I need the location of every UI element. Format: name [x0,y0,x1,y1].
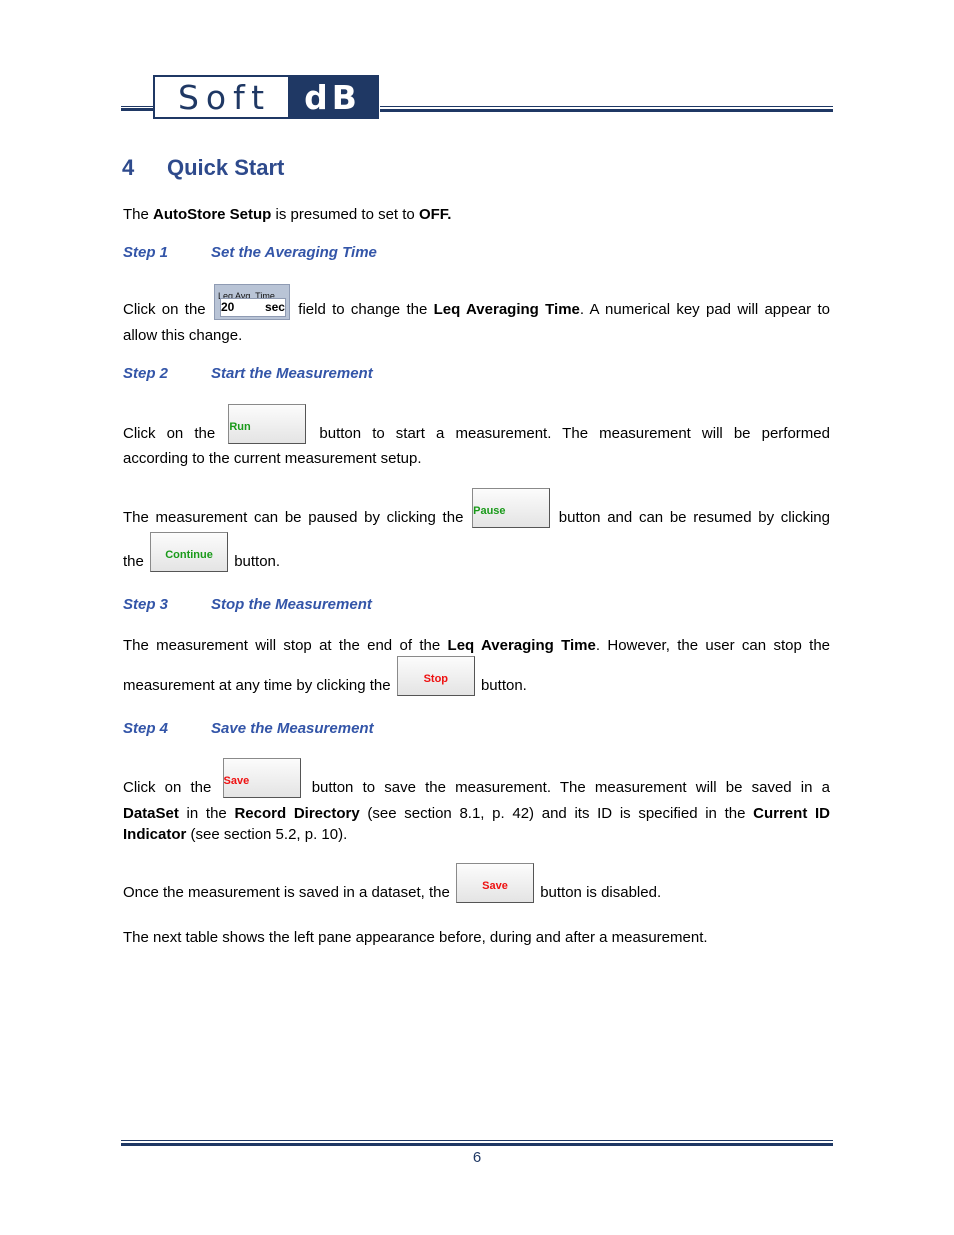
footer-rule [121,1140,833,1146]
current-id-term: Current ID [753,805,830,822]
text: measurement at any time by clicking the [123,677,395,694]
step-label: Step 2 [123,365,169,382]
pause-paragraph-line1: The measurement can be paused by clickin… [123,488,830,528]
leq-averaging-time-term: Leq Averaging Time [447,637,596,654]
pause-paragraph-line2: the Continue button. [123,532,830,572]
step-title: Start the Measurement [211,365,373,382]
intro-paragraph: The AutoStore Setup is presumed to set t… [123,204,830,225]
continue-button[interactable]: Continue [150,532,229,572]
step-1-paragraph-line1: Click on the Leq Avg. Time 20 sec field t… [123,284,830,320]
header-rule-right [380,106,833,112]
step-title: Save the Measurement [211,720,374,737]
step-4-paragraph-line2: DataSet in the Record Directory (see sec… [123,803,830,824]
text: . A numerical key pad will appear to [579,301,830,318]
step-2-heading: Step 2 Start the Measurement [123,365,373,382]
save-button-disabled-example[interactable]: Save [456,863,535,903]
leq-field-value: 20 sec [219,298,286,317]
text: The measurement will stop at the end of … [123,637,448,654]
step-label: Step 3 [123,596,169,613]
table-note-paragraph: The next table shows the left pane appea… [123,929,708,946]
text: button. [476,677,527,694]
step-1-heading: Step 1 Set the Averaging Time [123,244,377,261]
pause-button[interactable]: Pause [472,488,551,528]
text: . However, the user can stop the [595,637,830,654]
stop-button[interactable]: Stop [396,656,475,696]
record-directory-term: Record Directory [234,805,360,822]
step-3-paragraph-line2: measurement at any time by clicking the … [123,656,830,696]
indicator-term: Indicator [123,826,187,843]
intro-text: The [123,206,154,223]
header-rule-left [121,106,153,111]
text: Once the measurement is saved in a datas… [123,884,455,901]
text: The measurement can be paused by clickin… [123,509,471,526]
softdb-logo: Soft dB [153,75,379,119]
text: Click on the [123,301,212,318]
text: in the [178,805,235,822]
step-title: Set the Averaging Time [211,244,377,261]
leq-avg-time-field[interactable]: Leq Avg. Time 20 sec [213,284,290,320]
step-3-heading: Step 3 Stop the Measurement [123,596,372,613]
text: button to start a measurement. The measu… [308,425,830,442]
step-4-heading: Step 4 Save the Measurement [123,720,374,737]
section-title: Quick Start [167,155,285,180]
logo-soft-text: Soft [177,77,272,117]
step-2-paragraph-line1: Click on the Run button to start a measu… [123,404,830,444]
section-heading: 4 Quick Start [122,155,284,181]
page-number: 6 [472,1149,482,1166]
off-term: OFF. [418,206,452,223]
leq-averaging-time-term: Leq Averaging Time [433,301,580,318]
step-label: Step 4 [123,720,169,737]
text: the [123,553,149,570]
text: button and can be resumed by clicking [552,509,830,526]
step-1-paragraph-line2: allow this change. [123,327,243,344]
text: field to change the [291,301,434,318]
saved-paragraph: Once the measurement is saved in a datas… [123,863,830,903]
text: Click on the [123,779,221,796]
text: button. [230,553,281,570]
step-2-paragraph-line2: according to the current measurement set… [123,450,422,467]
step-4-paragraph-line3: Indicator (see section 5.2, p. 10). [123,824,830,845]
save-button[interactable]: Save [222,758,301,798]
step-4-paragraph-line1: Click on the Save button to save the mea… [123,758,830,798]
step-label: Step 1 [123,244,169,261]
text: (see section 8.1, p. 42) and its ID is s… [359,805,754,822]
autostore-setup-term: AutoStore Setup [153,206,272,223]
run-button[interactable]: Run [228,404,307,444]
text: button to save the measurement. The meas… [302,779,830,796]
dataset-term: DataSet [123,805,179,822]
step-3-paragraph-line1: The measurement will stop at the end of … [123,635,830,656]
section-number: 4 [122,155,135,180]
text: (see section 5.2, p. 10). [186,826,348,843]
text: button is disabled. [536,884,662,901]
intro-text: is presumed to set to [271,206,419,223]
text: Click on the [123,425,227,442]
logo-db-text: dB [288,77,377,117]
step-title: Stop the Measurement [211,596,372,613]
